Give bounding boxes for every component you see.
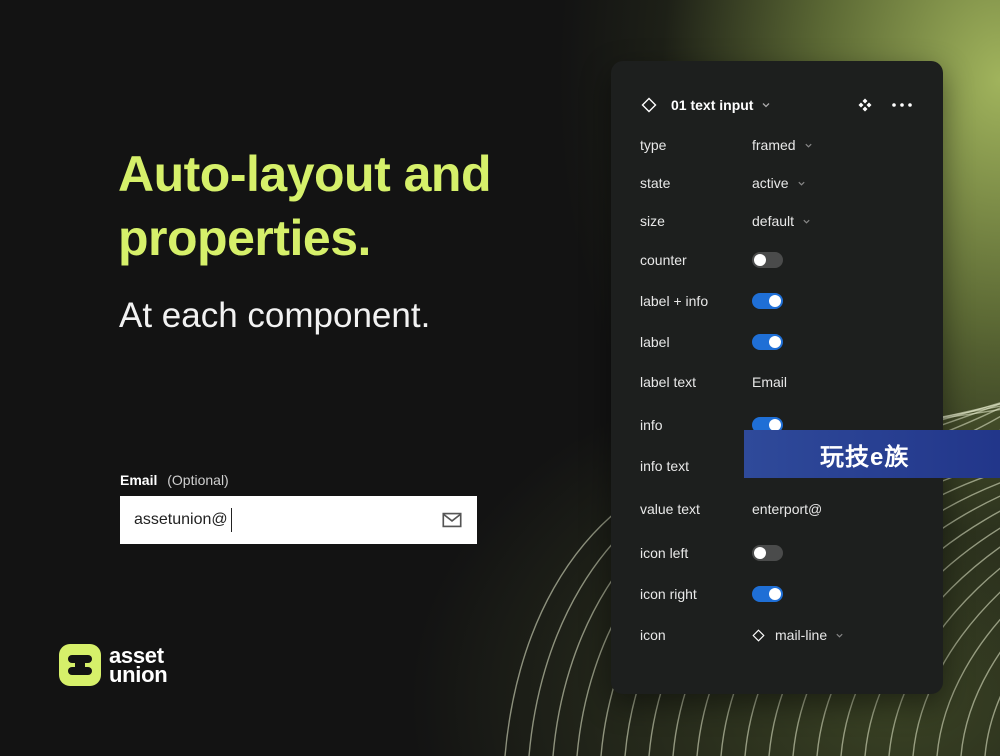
property-row: state active [640,173,920,193]
property-name: label text [640,374,697,390]
logo-wordmark: asset union [109,645,168,687]
chevron-down-icon [836,633,843,638]
chevron-down-icon [804,143,812,148]
property-name: icon right [640,586,697,602]
email-input[interactable]: assetunion@ [120,496,477,544]
property-toggle[interactable] [752,252,783,268]
property-value-text: active [752,175,789,191]
property-toggle[interactable] [752,334,783,350]
property-name: size [640,213,665,229]
property-dropdown[interactable]: framed [752,137,813,153]
property-name: icon [640,627,666,643]
hero-subtitle: At each component. [119,296,431,335]
toggle-knob [754,547,766,559]
property-name: info [640,417,663,433]
property-value[interactable]: Email [752,374,787,390]
optional-label-text: (Optional) [167,472,229,488]
property-toggle-wrap [752,334,783,350]
property-toggle[interactable] [752,586,783,602]
property-row: label + info [640,291,920,311]
property-dropdown[interactable]: default [752,213,811,229]
email-input-value: assetunion@ [134,511,228,528]
property-value-text: default [752,213,795,229]
more-icon[interactable] [891,97,913,113]
hero-title: Auto-layout and properties. [118,146,492,266]
property-toggle-wrap [752,586,783,602]
property-name: state [640,175,671,191]
property-name: type [640,137,667,153]
panel-header: 01 text input [641,95,913,115]
toggle-knob [754,254,766,266]
property-row: size default [640,211,920,231]
property-row: label [640,332,920,352]
text-caret [230,508,233,532]
property-name: label + info [640,293,709,309]
component-name[interactable]: 01 text input [671,97,753,113]
property-name: label [640,334,670,350]
watermark-text: 玩技e族 [820,443,910,471]
chevron-down-icon[interactable] [761,100,771,110]
logo-line2: union [109,662,168,687]
property-value-text: enterport@ [752,501,823,517]
mail-icon [442,512,462,528]
toggle-knob [769,336,781,348]
email-label-text: Email [120,472,158,488]
toggle-knob [769,295,781,307]
property-row: value text enterport@ [640,499,920,519]
property-name: value text [640,501,700,517]
property-toggle-wrap [752,252,783,268]
property-name: counter [640,252,687,268]
component-diamond-icon [641,97,657,113]
property-value[interactable]: enterport@ [752,501,822,517]
chevron-down-icon [797,181,805,186]
properties-panel: 01 text input type framed state active size d… [611,61,943,694]
component-instance-icon[interactable] [857,97,873,113]
property-row: icon right [640,584,920,604]
property-row: icon left [640,543,920,563]
property-row: counter [640,250,920,270]
toggle-knob [769,588,781,600]
asset-union-logo: asset union [59,644,168,687]
property-row: type framed [640,135,920,155]
chevron-down-icon [803,219,810,224]
property-value-text: Email [752,374,788,390]
component-diamond-icon [752,628,765,642]
property-row: label text Email [640,372,920,392]
email-field-label: Email (Optional) [120,472,229,488]
property-value-text: framed [752,137,796,153]
property-toggle[interactable] [752,545,783,561]
property-name: icon left [640,545,689,561]
property-name: info text [640,458,690,474]
property-value-text: mail-line [775,627,828,643]
logo-mark-icon [59,644,101,686]
watermark-banner: 玩技e族 [744,430,1000,478]
property-dropdown[interactable]: active [752,175,806,191]
property-row: icon mail-line [640,625,920,645]
property-toggle[interactable] [752,293,783,309]
property-toggle-wrap [752,545,783,561]
property-toggle-wrap [752,293,783,309]
property-value[interactable]: mail-line [752,627,844,643]
